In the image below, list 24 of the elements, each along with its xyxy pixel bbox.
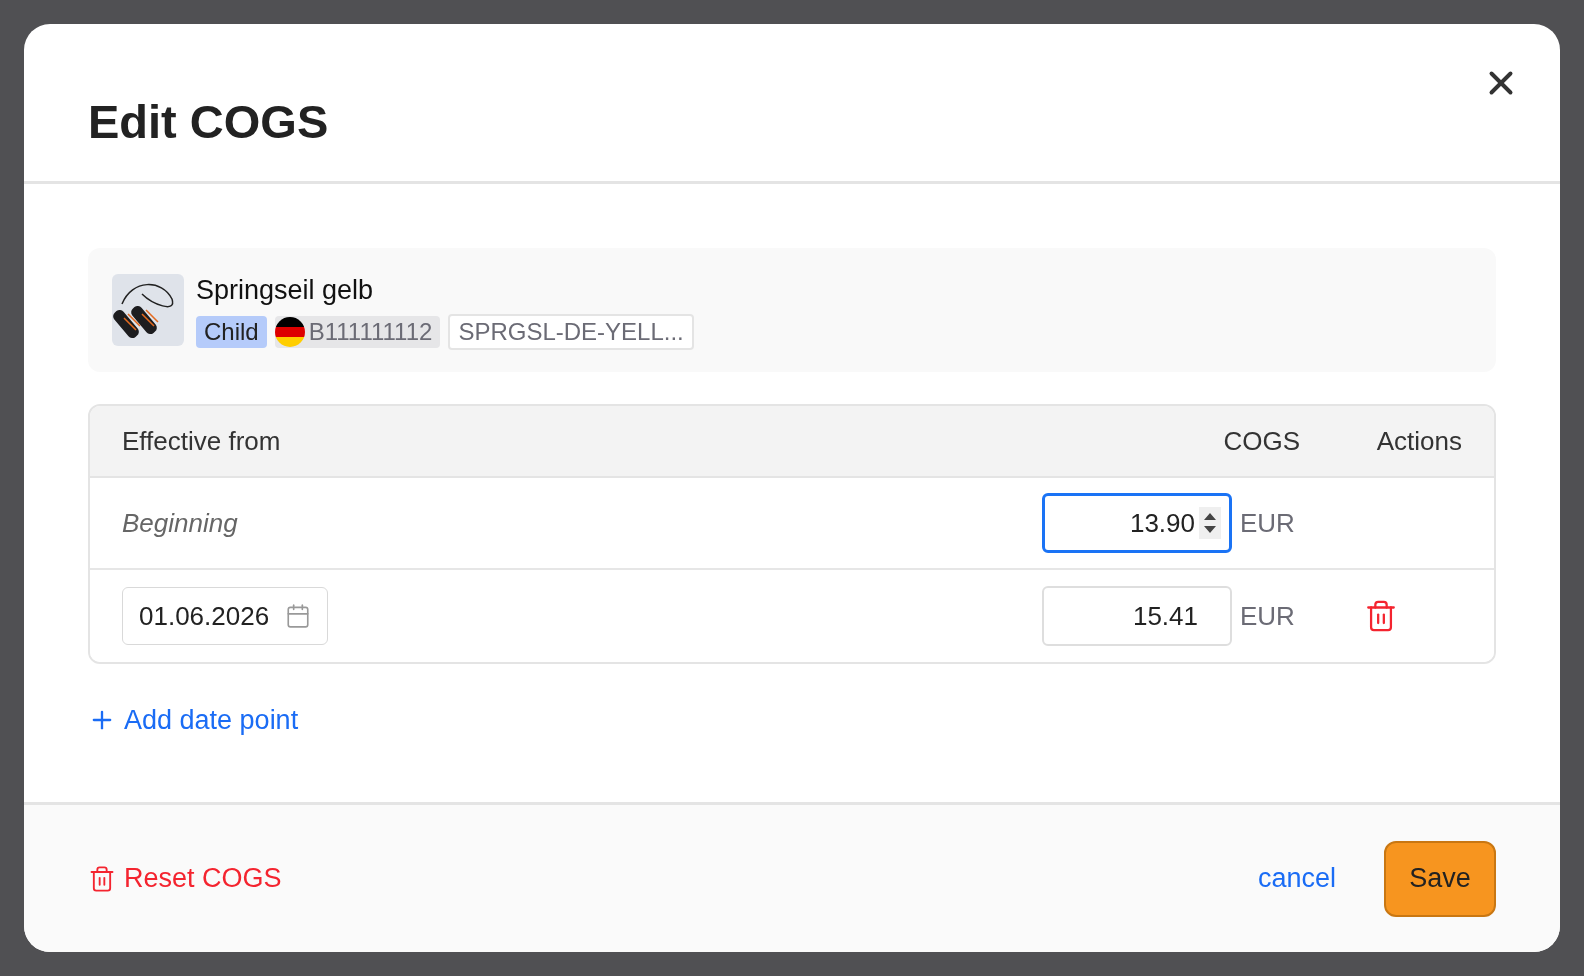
currency-text: EUR (1240, 506, 1296, 540)
trash-icon (88, 864, 116, 893)
column-header: COGS (1222, 424, 1300, 458)
reset-cogs-button[interactable]: Reset COGS (88, 858, 282, 899)
add-date-point-link[interactable]: Add date point (88, 700, 299, 741)
cogs-input[interactable]: 15.41 (1042, 586, 1232, 646)
delete-button[interactable] (1364, 599, 1398, 633)
cancel-button[interactable]: cancel (1257, 858, 1336, 899)
column-header: Actions (1375, 424, 1462, 458)
save-button[interactable]: Save (1384, 840, 1496, 917)
date-field[interactable]: 01.06.2026 (122, 587, 329, 645)
asin-badge: B111111112 (274, 316, 441, 349)
calendar-icon (285, 603, 312, 629)
cogs-input[interactable]: 13.90 (1042, 493, 1232, 553)
sku-badge: SPRGSL-DE-YELL... (448, 314, 694, 351)
child-badge: Child (196, 316, 267, 349)
currency-text: EUR (1240, 599, 1296, 633)
spinner-icon[interactable] (1199, 507, 1221, 539)
product-name: Springseil gelb (196, 273, 375, 307)
column-header: Effective from (122, 424, 282, 458)
dialog-title: Edit COGS (88, 94, 329, 151)
germany-flag-icon (274, 317, 305, 348)
effective-from-text: Beginning (122, 507, 238, 538)
trash-icon (1364, 599, 1398, 633)
